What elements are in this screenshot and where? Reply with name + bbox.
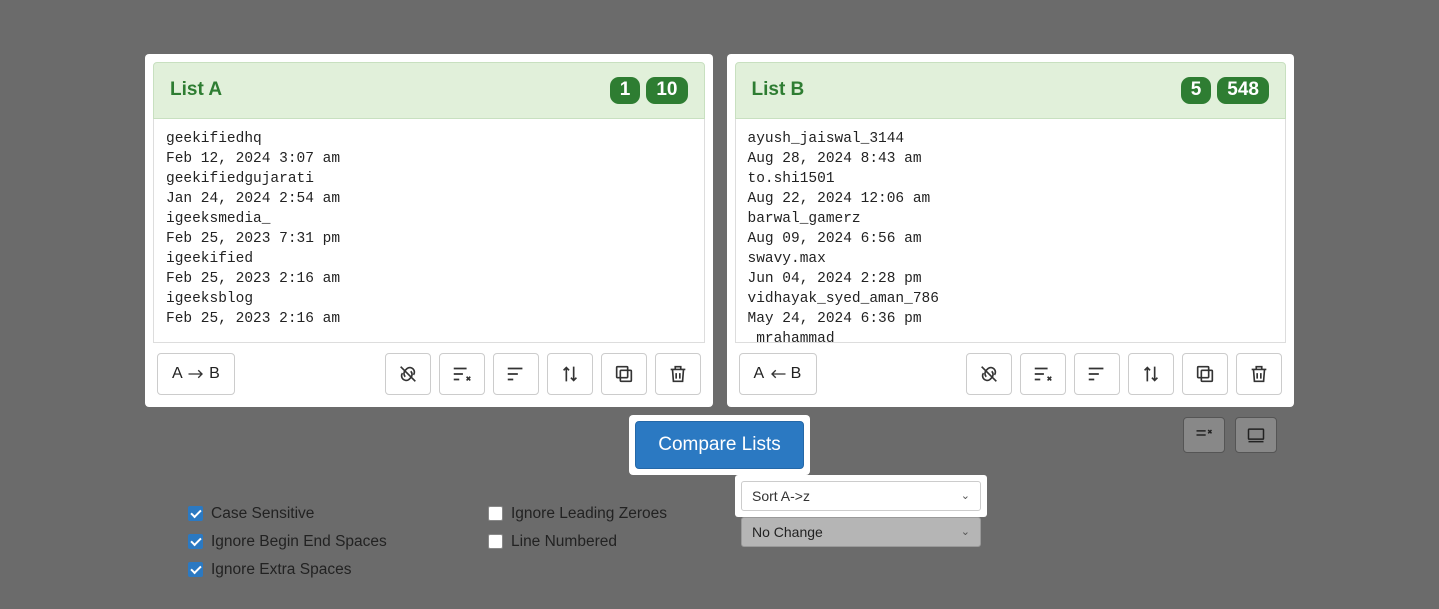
list-b-textarea[interactable]: ayush_jaiswal_3144 Aug 28, 2024 8:43 am … [735, 119, 1287, 343]
collapse-icon [1194, 425, 1214, 445]
list-b-badge-2: 548 [1217, 77, 1269, 104]
compare-highlight: Compare Lists [629, 415, 810, 475]
list-a-textarea[interactable]: geekifiedhq Feb 12, 2024 3:07 am geekifi… [153, 119, 705, 343]
delete-button-b[interactable] [1236, 353, 1282, 395]
move-a-to-b-button[interactable]: A B [157, 353, 235, 395]
swap-vertical-icon [559, 363, 581, 385]
sort-button-b[interactable] [1074, 353, 1120, 395]
chevron-down-icon: ⌄ [961, 525, 970, 538]
swap-vertical-icon [1140, 363, 1162, 385]
list-b-toolbar: A B [735, 343, 1287, 399]
ignore-begin-end-checkbox[interactable]: Ignore Begin End Spaces [188, 533, 448, 551]
move-label-a-b: A [754, 365, 765, 383]
sort-select[interactable]: Sort A->z ⌄ [741, 481, 981, 511]
trash-icon [1248, 363, 1270, 385]
move-label-b: B [209, 365, 220, 383]
checkbox-icon [188, 534, 203, 549]
compare-lists-button[interactable]: Compare Lists [635, 421, 804, 469]
trash-icon [667, 363, 689, 385]
list-a-badges: 1 10 [610, 77, 688, 104]
swap-button-b[interactable] [1128, 353, 1174, 395]
list-a-badge-1: 1 [610, 77, 641, 104]
chevron-down-icon: ⌄ [961, 489, 970, 502]
copy-button-a[interactable] [601, 353, 647, 395]
sort-button-a[interactable] [493, 353, 539, 395]
sort-select-highlight: Sort A->z ⌄ [735, 475, 987, 517]
sort-icon [1086, 363, 1108, 385]
copy-icon [613, 363, 635, 385]
list-a-title: List A [170, 79, 222, 101]
list-a-panel: List A 1 10 geekifiedhq Feb 12, 2024 3:0… [145, 54, 713, 407]
ignore-extra-spaces-label: Ignore Extra Spaces [211, 561, 351, 579]
copy-button-b[interactable] [1182, 353, 1228, 395]
collapse-options-button[interactable] [1183, 417, 1225, 453]
case-sensitive-checkbox[interactable]: Case Sensitive [188, 505, 448, 523]
list-b-title: List B [752, 79, 805, 101]
line-numbered-label: Line Numbered [511, 533, 617, 551]
arrow-left-icon [769, 367, 787, 381]
checkbox-icon [488, 506, 503, 521]
case-change-select[interactable]: No Change ⌄ [741, 517, 981, 547]
move-label-a: A [172, 365, 183, 383]
checkbox-icon [188, 506, 203, 521]
clear-sort-button-a[interactable] [439, 353, 485, 395]
checkbox-icon [488, 534, 503, 549]
move-b-to-a-button[interactable]: A B [739, 353, 817, 395]
sort-icon [505, 363, 527, 385]
clear-sort-button-b[interactable] [1020, 353, 1066, 395]
unlink-icon [397, 363, 419, 385]
fullscreen-button[interactable] [1235, 417, 1277, 453]
unlink-icon [978, 363, 1000, 385]
delete-button-a[interactable] [655, 353, 701, 395]
copy-icon [1194, 363, 1216, 385]
list-b-badges: 5 548 [1181, 77, 1269, 104]
list-a-badge-2: 10 [646, 77, 687, 104]
ignore-begin-end-label: Ignore Begin End Spaces [211, 533, 387, 551]
list-b-badge-1: 5 [1181, 77, 1212, 104]
clear-sort-icon [1032, 363, 1054, 385]
list-b-panel: List B 5 548 ayush_jaiswal_3144 Aug 28, … [727, 54, 1295, 407]
case-change-value: No Change [752, 524, 823, 540]
monitor-icon [1246, 425, 1266, 445]
list-b-header: List B 5 548 [735, 62, 1287, 119]
checkbox-icon [188, 562, 203, 577]
arrow-right-icon [187, 367, 205, 381]
ignore-extra-spaces-checkbox[interactable]: Ignore Extra Spaces [188, 561, 448, 579]
sort-select-value: Sort A->z [752, 488, 810, 504]
list-a-toolbar: A B [153, 343, 705, 399]
list-a-header: List A 1 10 [153, 62, 705, 119]
case-sensitive-label: Case Sensitive [211, 505, 314, 523]
line-numbered-checkbox[interactable]: Line Numbered [488, 533, 748, 551]
ignore-leading-zeroes-checkbox[interactable]: Ignore Leading Zeroes [488, 505, 748, 523]
move-label-b-b: B [791, 365, 802, 383]
unlink-button-b[interactable] [966, 353, 1012, 395]
clear-sort-icon [451, 363, 473, 385]
unlink-button-a[interactable] [385, 353, 431, 395]
swap-button-a[interactable] [547, 353, 593, 395]
ignore-leading-zeroes-label: Ignore Leading Zeroes [511, 505, 667, 523]
